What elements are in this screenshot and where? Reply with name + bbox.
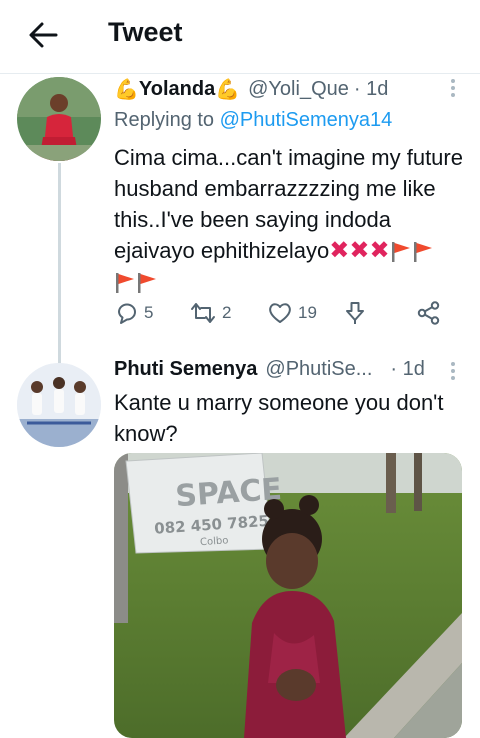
arrow-left-icon[interactable] <box>26 18 60 52</box>
retweet-icon <box>191 303 215 323</box>
download-icon <box>346 302 364 324</box>
red-flag-icon <box>391 242 410 263</box>
retweet-count: 2 <box>222 303 232 322</box>
tweet-text-line: this..I've been saying indoda <box>114 207 391 232</box>
page-title: Tweet <box>108 17 183 47</box>
display-name[interactable]: Yolanda <box>139 78 215 101</box>
download-button[interactable] <box>342 300 372 326</box>
top-bar: Tweet <box>0 0 480 74</box>
share-icon <box>417 301 440 325</box>
retweet-button[interactable]: 2 <box>188 300 231 326</box>
cross-emoji-icon: ✖✖✖ <box>329 237 390 264</box>
tweet-text-line: Kante u marry someone you don't <box>114 390 444 415</box>
muscle-emoji-icon: 💪 <box>114 79 139 101</box>
red-flag-icon <box>413 242 432 263</box>
user-handle[interactable]: @PhutiSe... <box>265 358 372 381</box>
red-flag-icon <box>138 273 156 294</box>
comment-icon <box>118 303 136 324</box>
reply-button[interactable]: 5 <box>114 300 153 326</box>
reply-count: 5 <box>144 303 154 322</box>
tweet-image[interactable]: SPACE 082 450 7825 Colbo <box>114 453 462 738</box>
sign-subtext: Colbo <box>200 535 229 548</box>
tweet-text-line-part: ejaivayo ephithizelayo <box>114 238 330 263</box>
like-button[interactable]: 19 <box>266 300 317 326</box>
red-flag-icon <box>116 273 134 294</box>
tweet-text-line: know? <box>114 421 178 446</box>
tweet-text-line: Cima cima...can't imagine my future <box>114 145 463 170</box>
display-name[interactable]: Phuti Semenya <box>114 358 257 381</box>
like-count: 19 <box>298 303 317 322</box>
tweet-text: Kante u marry someone you don't know? <box>114 387 464 449</box>
replying-to: Replying to @PhutiSemenya14 <box>114 109 392 132</box>
user-handle[interactable]: @Yoli_Que <box>248 78 349 101</box>
avatar[interactable] <box>17 363 101 447</box>
replying-to-label: Replying to <box>114 109 220 131</box>
reply-handle-link[interactable]: @PhutiSemenya14 <box>220 109 393 131</box>
timestamp: · 1d <box>390 358 425 380</box>
tweet-header: 💪 Yolanda 💪 @Yoli_Que · 1d <box>114 77 388 102</box>
timestamp: · 1d <box>353 78 389 100</box>
avatar[interactable] <box>17 77 101 161</box>
tweet-text-line: husband embarrazzzzing me like <box>114 176 436 201</box>
tweet-header: Phuti Semenya @PhutiSe... · 1d <box>114 358 425 381</box>
heart-icon <box>269 303 291 323</box>
tweet-text-line <box>114 266 464 297</box>
more-vertical-icon[interactable] <box>450 360 456 382</box>
share-button[interactable] <box>416 300 446 326</box>
tweet-text: Cima cima...can't imagine my future husb… <box>114 142 464 297</box>
tweet-text-line: ejaivayo ephithizelayo✖✖✖ <box>114 235 464 266</box>
more-vertical-icon[interactable] <box>450 77 456 99</box>
muscle-emoji-icon: 💪 <box>215 79 241 101</box>
tweet-actions: 5 2 19 <box>114 300 454 330</box>
